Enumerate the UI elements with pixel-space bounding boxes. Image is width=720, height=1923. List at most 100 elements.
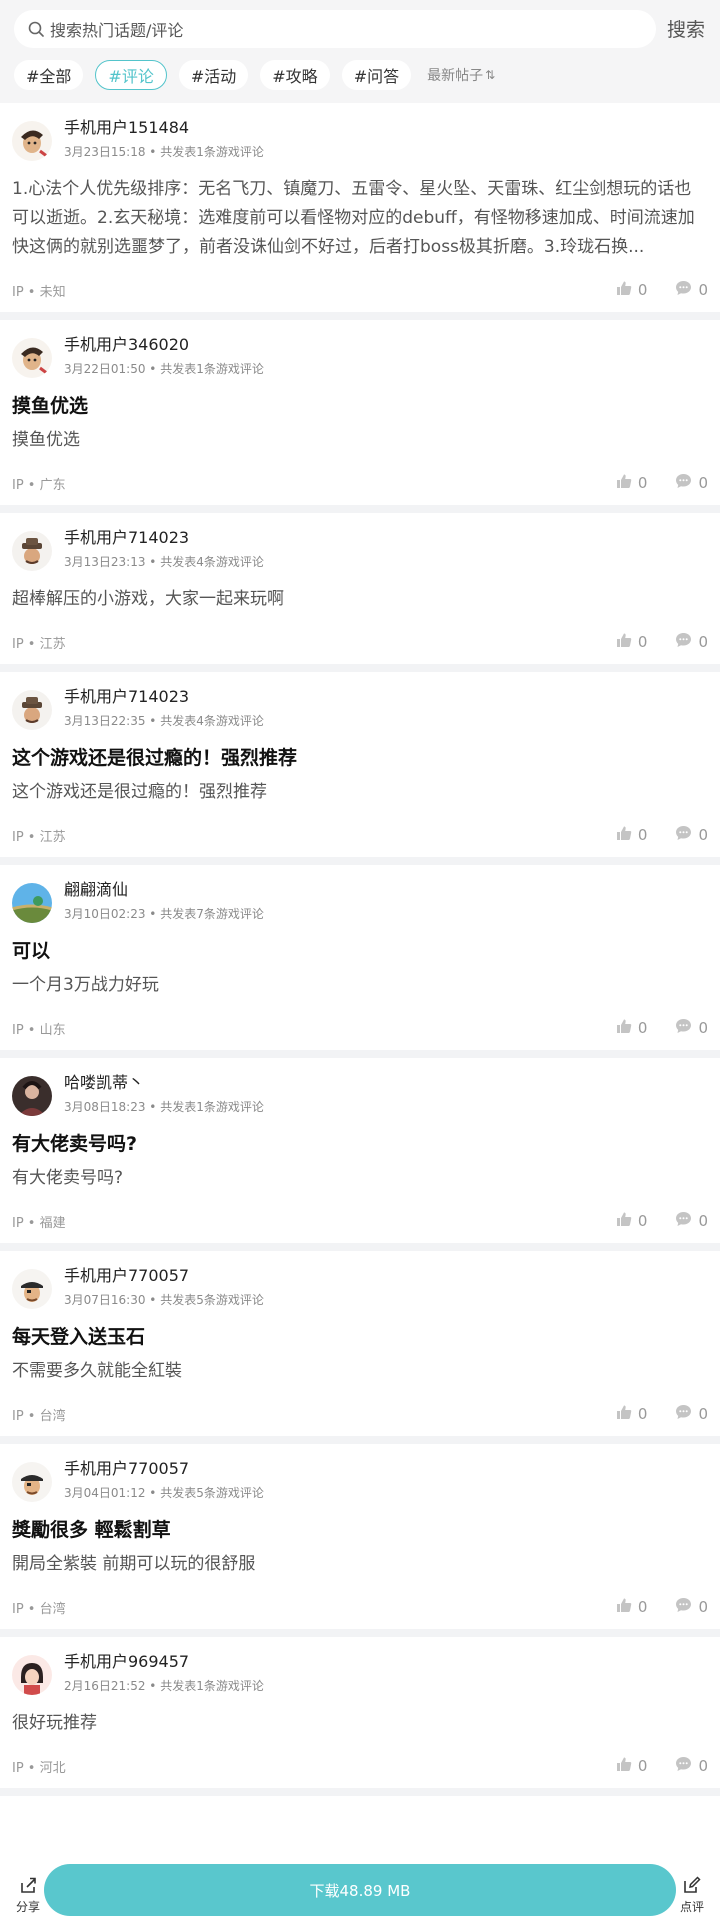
- avatar[interactable]: [12, 690, 52, 730]
- post-actions: 00: [588, 280, 708, 300]
- like-button[interactable]: 0: [616, 632, 648, 652]
- comment-count: 0: [698, 1019, 708, 1037]
- avatar[interactable]: [12, 338, 52, 378]
- ip-location: IP • 福建: [12, 1215, 66, 1231]
- comment-button[interactable]: 0: [675, 1597, 708, 1617]
- post-card[interactable]: 手机用户714023 3月13日23:13 • 共发表4条游戏评论 超棒解压的小游戏…: [0, 513, 720, 672]
- like-count: 0: [637, 1757, 648, 1775]
- post-meta: 3月22日01:50 • 共发表1条游戏评论: [64, 362, 264, 376]
- thumbs-up-icon: [616, 1597, 638, 1617]
- username[interactable]: 翩翩滴仙: [64, 879, 264, 901]
- tab-reviews[interactable]: #评论: [95, 60, 167, 90]
- post-actions: 00: [588, 825, 708, 845]
- like-button[interactable]: 0: [616, 1756, 648, 1776]
- avatar[interactable]: [12, 883, 52, 923]
- avatar[interactable]: [12, 121, 52, 161]
- review-button[interactable]: 点评: [674, 1875, 710, 1915]
- username[interactable]: 手机用户151484: [64, 117, 264, 139]
- search-input[interactable]: 搜索热门话题/评论: [14, 10, 656, 48]
- like-button[interactable]: 0: [616, 280, 647, 300]
- post-title: 可以: [12, 940, 51, 962]
- avatar[interactable]: [12, 1076, 52, 1116]
- comment-button[interactable]: 0: [675, 280, 708, 300]
- like-button[interactable]: 0: [616, 473, 647, 493]
- post-user-info: 手机用户770057 3月04日01:12 • 共发表5条游戏评论: [64, 1458, 264, 1502]
- ip-location: IP • 台湾: [12, 1601, 66, 1617]
- post-header: 手机用户714023 3月13日23:13 • 共发表4条游戏评论: [12, 527, 708, 579]
- post-user-info: 手机用户714023 3月13日22:35 • 共发表4条游戏评论: [64, 686, 264, 730]
- tab-events[interactable]: #活动: [178, 60, 249, 90]
- username[interactable]: 手机用户770057: [64, 1265, 264, 1287]
- share-button[interactable]: 分享: [10, 1875, 46, 1915]
- post-meta: 3月07日16:30 • 共发表5条游戏评论: [64, 1293, 264, 1307]
- comment-button[interactable]: 0: [675, 473, 708, 493]
- like-button[interactable]: 0: [616, 1597, 647, 1617]
- comment-button[interactable]: 0: [675, 1756, 708, 1776]
- post-card[interactable]: 哈喽凯蒂丶 3月08日18:23 • 共发表1条游戏评论 有大佬卖号吗? 有大佬卖号吗…: [0, 1058, 720, 1251]
- tab-qa[interactable]: #问答: [341, 60, 412, 90]
- post-footer: IP • 台湾 0 0: [12, 1392, 708, 1436]
- username[interactable]: 手机用户346020: [64, 334, 264, 356]
- post-actions: 00: [588, 473, 708, 493]
- sort-icon: ⇅: [485, 68, 496, 82]
- like-button[interactable]: 0: [616, 1404, 647, 1424]
- tab-guides[interactable]: #攻略: [260, 60, 330, 90]
- like-button[interactable]: 0: [616, 1211, 647, 1231]
- post-actions: 00: [588, 1756, 708, 1776]
- post-title: 这个游戏还是很过瘾的！强烈推荐: [12, 747, 298, 769]
- sort-button[interactable]: 最新帖子 ⇅: [427, 65, 495, 85]
- sort-label: 最新帖子: [427, 68, 484, 84]
- avatar[interactable]: [12, 531, 52, 571]
- comment-icon: [675, 825, 698, 845]
- post-title: 摸鱼优选: [12, 395, 89, 417]
- post-card[interactable]: 翩翩滴仙 3月10日02:23 • 共发表7条游戏评论 可以 一个月3万战力好玩 IP …: [0, 865, 720, 1058]
- like-count: 0: [637, 633, 648, 651]
- post-card[interactable]: 手机用户969457 2月16日21:52 • 共发表1条游戏评论 很好玩推荐 IP …: [0, 1637, 720, 1796]
- post-title: 有大佬卖号吗?: [12, 1133, 138, 1155]
- post-card[interactable]: 手机用户346020 3月22日01:50 • 共发表1条游戏评论 摸鱼优选 摸鱼优选…: [0, 320, 720, 513]
- post-body: 不需要多久就能全紅裝: [12, 1361, 182, 1381]
- search-placeholder: 搜索热门话题/评论: [50, 21, 184, 40]
- post-header: 手机用户151484 3月23日15:18 • 共发表1条游戏评论: [12, 117, 708, 169]
- avatar[interactable]: [12, 1462, 52, 1502]
- post-header: 哈喽凯蒂丶 3月08日18:23 • 共发表1条游戏评论: [12, 1072, 708, 1124]
- post-actions: 00: [588, 1018, 708, 1038]
- username[interactable]: 手机用户969457: [64, 1651, 264, 1673]
- username[interactable]: 手机用户714023: [64, 527, 264, 549]
- post-footer: IP • 江苏 0 0: [12, 813, 708, 857]
- post-user-info: 手机用户714023 3月13日23:13 • 共发表4条游戏评论: [64, 527, 264, 571]
- post-card[interactable]: 手机用户770057 3月04日01:12 • 共发表5条游戏评论 獎勵很多 輕鬆割…: [0, 1444, 720, 1637]
- post-card[interactable]: 手机用户714023 3月13日22:35 • 共发表4条游戏评论这个游戏还是很过…: [0, 672, 720, 865]
- post-card[interactable]: 手机用户151484 3月23日15:18 • 共发表1条游戏评论 1.心法个人优先…: [0, 103, 720, 320]
- comment-button[interactable]: 0: [675, 825, 708, 845]
- search-button[interactable]: 搜索: [667, 15, 705, 42]
- post-meta: 3月23日15:18 • 共发表1条游戏评论: [64, 145, 264, 159]
- post-footer: IP • 江苏 0 0: [12, 620, 708, 664]
- download-button[interactable]: 下载48.89 MB: [44, 1864, 676, 1916]
- post-actions: 00: [588, 632, 708, 652]
- username[interactable]: 手机用户770057: [64, 1458, 264, 1480]
- post-feed: 手机用户151484 3月23日15:18 • 共发表1条游戏评论 1.心法个人优先…: [0, 103, 720, 1796]
- tab-all[interactable]: #全部: [14, 60, 84, 90]
- username[interactable]: 哈喽凯蒂丶: [64, 1072, 264, 1094]
- post-user-info: 手机用户969457 2月16日21:52 • 共发表1条游戏评论: [64, 1651, 264, 1695]
- avatar[interactable]: [12, 1269, 52, 1309]
- post-card[interactable]: 手机用户770057 3月07日16:30 • 共发表5条游戏评论 每天登入送玉石不…: [0, 1251, 720, 1444]
- comment-icon: [675, 1597, 698, 1617]
- post-user-info: 翩翩滴仙 3月10日02:23 • 共发表7条游戏评论: [64, 879, 264, 923]
- comment-button[interactable]: 0: [675, 1018, 708, 1038]
- like-button[interactable]: 0: [616, 825, 647, 845]
- ip-location: IP • 山东: [12, 1022, 66, 1038]
- review-label: 点评: [679, 1900, 704, 1914]
- comment-button[interactable]: 0: [675, 632, 708, 652]
- search-icon: [28, 21, 44, 37]
- avatar[interactable]: [12, 1655, 52, 1695]
- comment-icon: [675, 1211, 698, 1231]
- post-header: 手机用户969457 2月16日21:52 • 共发表1条游戏评论: [12, 1651, 708, 1703]
- comment-button[interactable]: 0: [675, 1211, 708, 1231]
- like-button[interactable]: 0: [616, 1018, 647, 1038]
- post-actions: 00: [588, 1597, 708, 1617]
- comment-button[interactable]: 0: [675, 1404, 708, 1424]
- username[interactable]: 手机用户714023: [64, 686, 264, 708]
- post-meta: 3月13日22:35 • 共发表4条游戏评论: [64, 714, 264, 728]
